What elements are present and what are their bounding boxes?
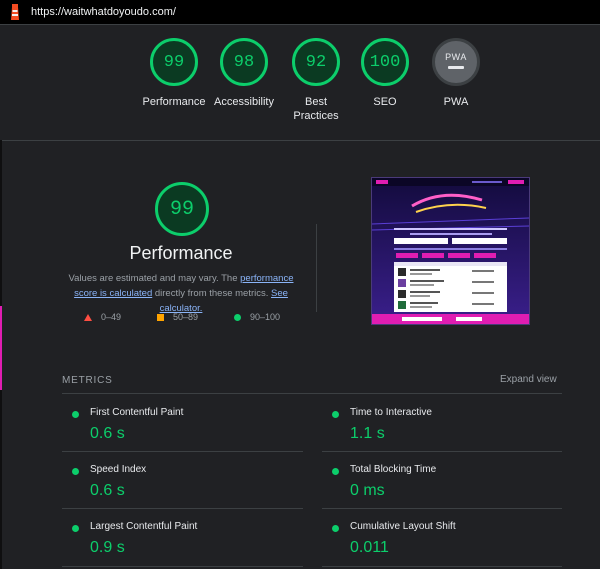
metric-row-divider [322,508,562,509]
metric-value: 0.6 s [90,482,125,499]
pwa-badge-icon: PWA [432,38,480,86]
score-ring: 100 [361,38,409,86]
gauge-accessibility[interactable]: 98 Accessibility [204,38,284,109]
pass-circle-icon [234,313,241,321]
legend-range: 90–100 [250,312,281,322]
fail-triangle-icon [84,313,92,321]
metric-name: First Contentful Paint [90,407,184,418]
final-screenshot-thumbnail[interactable] [371,177,530,325]
metric-value: 0 ms [350,482,385,499]
metric-value: 0.9 s [90,539,125,556]
metric-row-divider [62,508,303,509]
pass-circle-icon [332,468,339,475]
gauge-label: Accessibility [214,96,274,108]
screenshot-image [372,178,529,324]
legend-fail: 0–49 [84,312,121,322]
description-text: Values are estimated and may vary. The [68,273,241,284]
page-edge-accent [0,306,2,390]
performance-score-gauge: 99 [155,182,209,236]
metric-name: Time to Interactive [350,407,432,418]
gauge-performance[interactable]: 99 Performance [134,38,214,109]
pass-circle-icon [72,525,79,532]
lighthouse-icon [11,4,19,20]
pass-circle-icon [332,525,339,532]
metrics-divider [62,393,562,394]
legend-pass: 90–100 [234,312,280,322]
address-bar: https://waitwhatdoyoudo.com/ [0,0,600,25]
metric-name: Largest Contentful Paint [90,521,198,532]
page-url[interactable]: https://waitwhatdoyoudo.com/ [31,6,176,18]
average-square-icon [157,313,164,321]
metric-value: 0.6 s [90,425,125,442]
gauge-label: Best Practices [293,96,339,122]
pass-circle-icon [72,411,79,418]
legend-range: 0–49 [101,312,122,322]
gauge-label: Performance [142,96,206,108]
gauge-label: PWA [443,96,469,108]
metric-value: 0.011 [350,539,389,556]
metrics-heading: METRICS [62,375,113,386]
pass-circle-icon [332,411,339,418]
gauge-best-practices[interactable]: 92 Best Practices [276,38,356,123]
metric-row-divider [62,451,303,452]
metric-row-divider [322,566,562,567]
legend-average: 50–89 [157,312,198,322]
metric-value: 1.1 s [350,425,385,442]
gauge-label: SEO [373,96,397,108]
expand-view-toggle[interactable]: Expand view [500,374,557,385]
metric-name: Speed Index [90,464,147,475]
performance-description: Values are estimated and may vary. The p… [58,271,304,316]
description-text: directly from these metrics. [152,288,272,299]
section-divider [316,224,317,312]
pwa-badge-text: PWA [445,51,467,62]
score-ring: 98 [220,38,268,86]
metric-row-divider [62,566,303,567]
metric-name: Total Blocking Time [350,464,437,475]
gauge-pwa[interactable]: PWA PWA [416,38,496,109]
pwa-not-applicable-icon [448,65,464,69]
pass-circle-icon [72,468,79,475]
score-ring: 92 [292,38,340,86]
gauge-seo[interactable]: 100 SEO [345,38,425,109]
legend-range: 50–89 [173,312,199,322]
metric-row-divider [322,451,562,452]
category-gauges: 99 Performance 98 Accessibility 92 Best … [0,24,600,141]
score-ring: 99 [150,38,198,86]
metric-name: Cumulative Layout Shift [350,521,456,532]
performance-title: Performance [129,243,233,263]
